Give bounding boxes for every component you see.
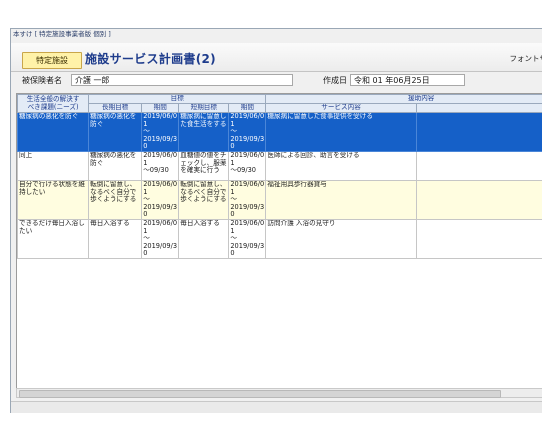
cell-long-period[interactable]: 2019/06/01 ～ 2019/09/30 bbox=[141, 112, 180, 152]
col-header-long-period: 期間 bbox=[141, 103, 180, 113]
cell-service[interactable]: 糖尿病に留意した食事提供を受ける bbox=[265, 112, 417, 152]
scrollbar-thumb[interactable] bbox=[19, 390, 501, 398]
table-row[interactable]: できるだけ毎日入浴したい 毎日入浴する 2019/06/01 ～ 2019/09… bbox=[17, 218, 542, 259]
main-window: 本すけ [ 特定施設事業者版 個別 ] 特定施設 施設サービス計画書(2) フォ… bbox=[10, 28, 542, 413]
cell-long-period[interactable]: 2019/06/01 ～ 2019/09/30 bbox=[141, 218, 180, 259]
insured-name-label: 被保険者名 bbox=[22, 76, 62, 85]
care-plan-grid[interactable]: 生活全般の解決す べき課題(ニーズ) 目標 援助内容 長期目標 期間 短期目標 … bbox=[16, 93, 542, 389]
insured-name-field[interactable]: 介護 一郎 bbox=[71, 74, 293, 86]
cell-staff[interactable] bbox=[415, 179, 542, 220]
page-title: 施設サービス計画書(2) bbox=[85, 52, 216, 66]
cell-long-goal[interactable]: 糖尿病の悪化を防ぐ bbox=[88, 112, 143, 152]
cell-needs[interactable]: 糖尿病の悪化を防ぐ bbox=[17, 112, 90, 152]
cell-needs[interactable]: 同上 bbox=[17, 150, 90, 181]
cell-service[interactable]: 福祉用具歩行器貸与 bbox=[265, 179, 417, 220]
window-title: 本すけ [ 特定施設事業者版 個別 ] bbox=[11, 29, 542, 39]
table-row[interactable]: 自分で行ける状態を維持したい 転倒に留意し、なるべく自分で歩くようにする 201… bbox=[17, 179, 542, 220]
status-bar bbox=[11, 401, 542, 413]
created-date-field[interactable]: 令和 01 年06月25日 bbox=[350, 74, 465, 86]
cell-short-goal[interactable]: 血糖値の値をチェックし、服薬を確実に行う bbox=[178, 150, 230, 181]
cell-short-goal[interactable]: 転倒に留意し、なるべく自分で歩くようにする bbox=[178, 179, 230, 220]
header-bar: 特定施設 施設サービス計画書(2) フォントサ bbox=[11, 43, 542, 72]
col-header-short-period: 期間 bbox=[228, 103, 267, 113]
col-group-goal: 目標 bbox=[88, 94, 267, 104]
cell-long-goal[interactable]: 転倒に留意し、なるべく自分で歩くようにする bbox=[88, 179, 143, 220]
col-group-support: 援助内容 bbox=[265, 94, 542, 104]
cell-short-period[interactable]: 2019/06/01 ～ 2019/09/30 bbox=[228, 112, 267, 152]
cell-long-goal[interactable]: 糖尿病の悪化を防ぐ bbox=[88, 150, 143, 181]
info-row: 被保険者名 介護 一郎 作成日 令和 01 年06月25日 bbox=[11, 72, 542, 89]
facility-type-button[interactable]: 特定施設 bbox=[22, 52, 82, 69]
col-header-staff: 担当 bbox=[415, 103, 542, 113]
cell-long-goal[interactable]: 毎日入浴する bbox=[88, 218, 143, 259]
cell-staff[interactable] bbox=[415, 150, 542, 181]
cell-long-period[interactable]: 2019/06/01 ～09/30 bbox=[141, 150, 180, 181]
col-header-needs: 生活全般の解決す べき課題(ニーズ) bbox=[17, 94, 90, 113]
cell-staff[interactable] bbox=[415, 218, 542, 259]
cell-long-period[interactable]: 2019/06/01 ～ 2019/09/30 bbox=[141, 179, 180, 220]
cell-staff[interactable] bbox=[415, 112, 542, 152]
table-row[interactable]: 糖尿病の悪化を防ぐ 糖尿病の悪化を防ぐ 2019/06/01 ～ 2019/09… bbox=[17, 112, 542, 152]
cell-short-goal[interactable]: 毎日入浴する bbox=[178, 218, 230, 259]
cell-needs[interactable]: 自分で行ける状態を維持したい bbox=[17, 179, 90, 220]
horizontal-scrollbar[interactable] bbox=[16, 388, 542, 398]
cell-short-period[interactable]: 2019/06/01 ～ 2019/09/30 bbox=[228, 218, 267, 259]
cell-service[interactable]: 訪問介護 入浴の見守り bbox=[265, 218, 417, 259]
created-date-label: 作成日 bbox=[323, 76, 347, 85]
col-header-long-goal: 長期目標 bbox=[88, 103, 143, 113]
cell-short-period[interactable]: 2019/06/01 ～ 2019/09/30 bbox=[228, 179, 267, 220]
col-header-short-goal: 短期目標 bbox=[178, 103, 230, 113]
cell-short-goal[interactable]: 糖尿病に留意した食生活をする bbox=[178, 112, 230, 152]
font-size-label[interactable]: フォントサ bbox=[510, 53, 542, 64]
cell-short-period[interactable]: 2019/06/01 ～09/30 bbox=[228, 150, 267, 181]
col-header-service: サービス内容 bbox=[265, 103, 417, 113]
cell-service[interactable]: 医師による回診、助言を受ける bbox=[265, 150, 417, 181]
table-row[interactable]: 同上 糖尿病の悪化を防ぐ 2019/06/01 ～09/30 血糖値の値をチェッ… bbox=[17, 150, 542, 181]
cell-needs[interactable]: できるだけ毎日入浴したい bbox=[17, 218, 90, 259]
